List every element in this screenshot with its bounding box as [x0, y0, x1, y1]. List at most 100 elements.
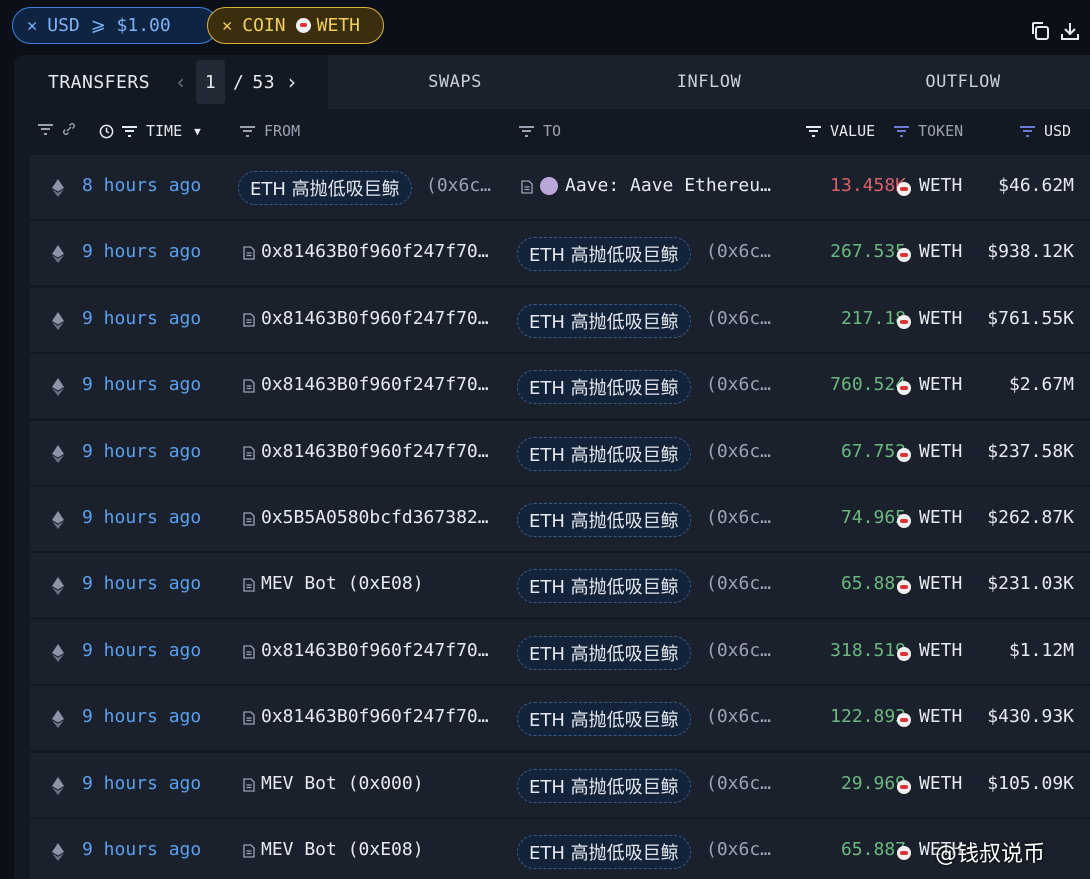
from-address[interactable]: 0x81463B0f960f247f70… [261, 706, 489, 727]
to-address-suffix: (0x6c… [706, 374, 772, 396]
token-symbol[interactable]: WETH [919, 175, 962, 196]
current-page-input[interactable]: 1 [196, 60, 226, 104]
transfer-time-link[interactable]: 9 hours ago [82, 773, 201, 794]
from-entity-pill[interactable]: ETH 高抛低吸巨鲸 [238, 171, 412, 205]
transfer-value: 122.893 [830, 706, 906, 728]
to-column-header[interactable]: TO [519, 122, 561, 140]
transfer-time-link[interactable]: 9 hours ago [82, 374, 201, 395]
to-entity-pill[interactable]: ETH 高抛低吸巨鲸 [517, 303, 691, 338]
table-row[interactable]: 9 hours ago 0x81463B0f960f247f70… ETH 高抛低吸… [30, 287, 1090, 352]
filter-icon[interactable] [38, 123, 53, 135]
to-entity-pill[interactable]: ETH 高抛低吸巨鲸 [517, 237, 691, 272]
link-icon[interactable] [62, 122, 76, 136]
token-symbol[interactable]: WETH [919, 640, 962, 661]
value-filter-icon[interactable] [806, 125, 821, 137]
token-symbol[interactable]: WETH [919, 374, 962, 395]
ethereum-chain-icon [52, 245, 64, 264]
token-filter-icon[interactable] [894, 125, 909, 137]
transfer-time-link[interactable]: 9 hours ago [82, 706, 201, 727]
from-address-icon [243, 578, 255, 593]
table-row[interactable]: 9 hours ago MEV Bot (0xE08) ETH 高抛低吸巨鲸 (0x6… [30, 819, 1090, 879]
coin-filter-chip[interactable]: ✕ COIN WETH [207, 7, 384, 44]
from-address[interactable]: 0x81463B0f960f247f70… [261, 374, 489, 395]
from-address[interactable]: 0x81463B0f960f247f70… [261, 441, 489, 462]
token-symbol[interactable]: WETH [919, 773, 962, 794]
coin-filter-token: WETH [316, 15, 360, 36]
transfer-time-link[interactable]: 9 hours ago [82, 640, 201, 661]
token-symbol[interactable]: WETH [919, 308, 962, 329]
to-entity-pill[interactable]: ETH 高抛低吸巨鲸 [517, 436, 691, 471]
token-symbol[interactable]: WETH [919, 507, 962, 528]
table-row[interactable]: 9 hours ago 0x81463B0f960f247f70… ETH 高抛低吸… [30, 221, 1090, 286]
from-address[interactable]: MEV Bot (0xE08) [261, 573, 424, 594]
to-entity-name[interactable]: Aave: Aave Ethereu… [565, 175, 771, 196]
weth-token-icon [897, 779, 911, 794]
transfer-time-link[interactable]: 8 hours ago [82, 175, 201, 196]
token-symbol[interactable]: WETH [919, 706, 962, 727]
table-row[interactable]: 9 hours ago 0x81463B0f960f247f70… ETH 高抛低吸… [30, 354, 1090, 419]
usd-column-header[interactable]: USD [1020, 122, 1071, 140]
table-row[interactable]: 9 hours ago 0x81463B0f960f247f70… ETH 高抛低吸… [30, 420, 1090, 485]
ethereum-chain-icon [52, 511, 64, 529]
chain-column-header[interactable] [38, 122, 76, 136]
to-entity-pill[interactable]: ETH 高抛低吸巨鲸 [517, 835, 691, 869]
token-column-label: TOKEN [918, 122, 964, 140]
from-column-header[interactable]: FROM [240, 122, 300, 140]
next-page-icon[interactable]: › [283, 70, 301, 94]
copy-icon[interactable] [1029, 20, 1051, 42]
to-entity-pill[interactable]: ETH 高抛低吸巨鲸 [517, 702, 691, 737]
ethereum-chain-icon [52, 378, 64, 397]
to-entity-pill[interactable]: ETH 高抛低吸巨鲸 [517, 370, 691, 405]
to-entity-pill[interactable]: ETH 高抛低吸巨鲸 [517, 768, 691, 803]
table-row[interactable]: 8 hours ago ETH 高抛低吸巨鲸 (0x6c… Aave: Aave Et… [30, 155, 1090, 219]
prev-page-icon[interactable]: ‹ [172, 70, 190, 94]
table-row[interactable]: 9 hours ago 0x81463B0f960f247f70… ETH 高抛低吸… [30, 619, 1090, 684]
from-address[interactable]: MEV Bot (0xE08) [261, 839, 424, 860]
to-entity-pill[interactable]: ETH 高抛低吸巨鲸 [517, 503, 691, 537]
table-row[interactable]: 9 hours ago MEV Bot (0xE08) ETH 高抛低吸巨鲸 (0x6… [30, 553, 1090, 618]
token-symbol[interactable]: WETH [919, 573, 962, 594]
page-separator: / [233, 71, 245, 93]
token-column-header[interactable]: TOKEN [894, 122, 963, 140]
clock-icon [99, 124, 114, 138]
from-filter-icon[interactable] [240, 125, 255, 137]
ethereum-chain-icon [52, 577, 64, 596]
from-address[interactable]: MEV Bot (0x000) [261, 773, 424, 794]
ethereum-chain-icon [52, 179, 64, 197]
table-row[interactable]: 9 hours ago MEV Bot (0x000) ETH 高抛低吸巨鲸 (0x6… [30, 752, 1090, 817]
usd-amount: $46.62M [998, 175, 1074, 196]
transfer-time-link[interactable]: 9 hours ago [82, 241, 201, 262]
to-entity-pill[interactable]: ETH 高抛低吸巨鲸 [517, 635, 691, 670]
token-symbol[interactable]: WETH [919, 241, 962, 262]
value-column-header[interactable]: VALUE [806, 122, 875, 140]
remove-coin-filter-icon[interactable]: ✕ [222, 16, 232, 36]
from-address[interactable]: 0x81463B0f960f247f70… [261, 241, 489, 262]
usd-filter-chip[interactable]: ✕ USD ⩾ $1.00 [12, 7, 218, 44]
ethereum-chain-icon [52, 776, 64, 795]
download-icon[interactable] [1059, 20, 1081, 42]
from-address[interactable]: 0x81463B0f960f247f70… [261, 308, 489, 329]
tab-inflow[interactable]: INFLOW [582, 55, 836, 109]
to-address-suffix: (0x6c… [706, 573, 772, 595]
token-symbol[interactable]: WETH [919, 441, 962, 462]
tab-outflow[interactable]: OUTFLOW [836, 55, 1090, 109]
to-filter-icon[interactable] [519, 125, 534, 137]
pagination: ‹ 1 / 53 › [172, 60, 301, 104]
time-filter-icon[interactable] [122, 125, 137, 137]
tab-transfers[interactable]: TRANSFERS ‹ 1 / 53 › [14, 55, 328, 109]
tab-swaps[interactable]: SWAPS [328, 55, 582, 109]
from-address[interactable]: 0x5B5A0580bcfd367382… [261, 507, 489, 528]
time-column-header[interactable]: TIME ▼ [99, 122, 201, 140]
transfer-time-link[interactable]: 9 hours ago [82, 839, 201, 860]
sort-desc-icon[interactable]: ▼ [194, 125, 201, 138]
transfer-time-link[interactable]: 9 hours ago [82, 573, 201, 594]
from-address[interactable]: 0x81463B0f960f247f70… [261, 640, 489, 661]
usd-filter-icon[interactable] [1020, 125, 1035, 137]
transfer-time-link[interactable]: 9 hours ago [82, 507, 201, 528]
to-entity-pill[interactable]: ETH 高抛低吸巨鲸 [517, 569, 691, 604]
transfer-time-link[interactable]: 9 hours ago [82, 308, 201, 329]
table-row[interactable]: 9 hours ago 0x5B5A0580bcfd367382… ETH 高抛低吸… [30, 487, 1090, 551]
remove-usd-filter-icon[interactable]: ✕ [27, 16, 37, 36]
transfer-time-link[interactable]: 9 hours ago [82, 441, 201, 462]
table-row[interactable]: 9 hours ago 0x81463B0f960f247f70… ETH 高抛低吸… [30, 686, 1090, 751]
